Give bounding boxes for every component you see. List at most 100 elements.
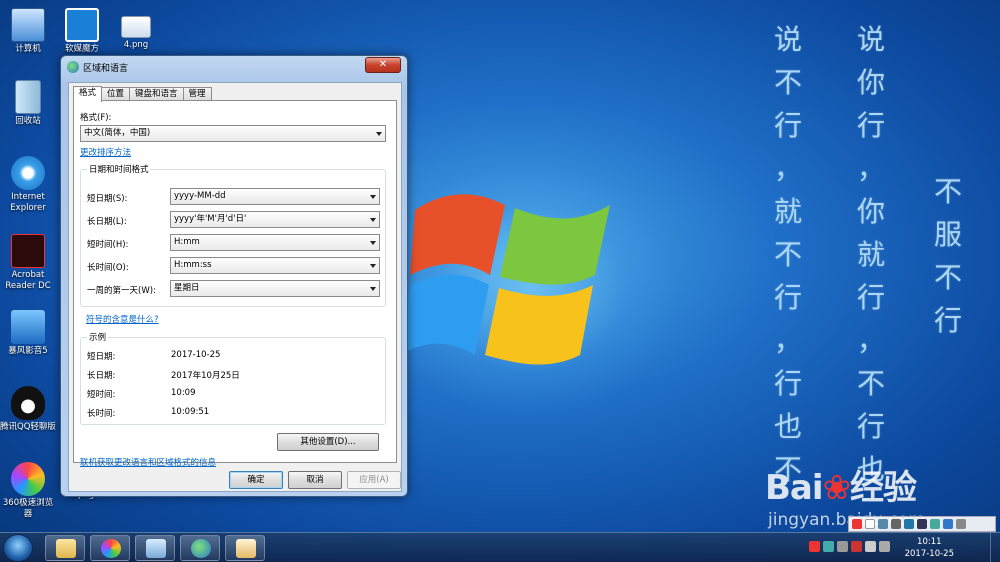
example-short-date-value: 2017-10-25 xyxy=(171,350,221,360)
short-time-label: 短时间(H): xyxy=(87,240,129,250)
desktop-icon-qq[interactable]: 腾讯QQ轻聊版 xyxy=(0,386,56,433)
chevron-down-icon xyxy=(370,264,376,268)
taskbar-region-language[interactable] xyxy=(180,535,220,561)
long-time-label: 长时间(O): xyxy=(87,263,129,273)
paw-icon: ❀ xyxy=(822,468,851,508)
short-time-value: H:mm xyxy=(174,237,200,247)
short-date-label: 短日期(S): xyxy=(87,194,128,204)
globe-icon xyxy=(191,539,211,558)
first-day-value: 星期日 xyxy=(174,283,200,293)
desktop-icon-label: Acrobat Reader DC xyxy=(5,270,51,291)
calligraphy-char: 不 xyxy=(773,66,802,99)
volume-tray-icon[interactable] xyxy=(865,541,876,552)
chevron-down-icon xyxy=(370,287,376,291)
first-day-select[interactable]: 星期日 xyxy=(170,280,380,297)
formats-tab-panel: 格式(F): 中文(简体，中国) 更改排序方法 日期和时间格式 短日期(S): … xyxy=(73,100,397,468)
calligraphy-char: ， xyxy=(856,324,885,357)
tab-formats[interactable]: 格式 xyxy=(73,86,103,102)
apply-button[interactable]: 应用(A) xyxy=(347,471,401,489)
punctuation-icon xyxy=(891,519,901,529)
chevron-down-icon xyxy=(370,241,376,245)
datetime-formats-group: 日期和时间格式 短日期(S): yyyy-MM-dd 长日期(L): yyyy'… xyxy=(80,163,386,307)
browser-360-icon xyxy=(11,462,45,496)
ok-button[interactable]: 确定 xyxy=(229,471,283,489)
datetime-group-title: 日期和时间格式 xyxy=(87,163,151,175)
desktop-icon-label: 回收站 xyxy=(15,116,41,126)
desktop-icon-label: 360极速浏览器 xyxy=(2,498,54,519)
show-desktop-button[interactable] xyxy=(990,533,1000,562)
desktop-icon-computer[interactable]: 计算机 xyxy=(0,8,56,55)
long-date-select[interactable]: yyyy'年'M'月'd'日' xyxy=(170,211,380,228)
taskbar-clock[interactable]: 10:11 2017-10-25 xyxy=(905,536,954,560)
calligraphy-char: 行 xyxy=(856,281,885,314)
desktop-icon-video-player[interactable]: 暴风影音5 xyxy=(0,310,56,357)
taskbar-360-browser[interactable] xyxy=(90,535,130,561)
desktop-icon-recycle-bin[interactable]: 回收站 xyxy=(0,80,56,127)
online-info-link[interactable]: 联机获取更改语言和区域格式的信息 xyxy=(80,456,216,468)
format-select[interactable]: 中文(简体，中国) xyxy=(80,125,386,142)
calligraphy-char: 行 xyxy=(773,367,802,400)
calculator-icon xyxy=(146,539,166,558)
example-short-time-label: 短时间: xyxy=(87,390,116,400)
cancel-button[interactable]: 取消 xyxy=(288,471,342,489)
desktop-icon-ie[interactable]: Internet Explorer xyxy=(0,156,56,214)
ime-mode-icon xyxy=(865,519,875,529)
desktop-icon-label: Internet Explorer xyxy=(10,192,46,213)
chevron-down-icon xyxy=(376,132,382,136)
tab-keyboards-languages[interactable]: 键盘和语言 xyxy=(129,87,184,101)
desktop-icon-acrobat[interactable]: Acrobat Reader DC xyxy=(0,234,56,292)
dialog-titlebar[interactable]: 区域和语言 ✕ xyxy=(61,56,407,78)
start-button[interactable] xyxy=(3,534,33,562)
example-group: 示例 短日期: 2017-10-25 长日期: 2017年10月25日 短时间:… xyxy=(80,331,386,425)
sogou-icon xyxy=(852,519,862,529)
tab-location[interactable]: 位置 xyxy=(101,87,131,101)
keyboard-icon xyxy=(917,519,927,529)
desktop-icon-label: 腾讯QQ轻聊版 xyxy=(0,422,56,432)
change-sort-link[interactable]: 更改排序方法 xyxy=(80,146,131,158)
help-tray-icon[interactable] xyxy=(823,541,834,552)
display-tray-icon[interactable] xyxy=(879,541,890,552)
taskbar: 10:11 2017-10-25 xyxy=(0,532,1000,562)
ime-toolbar[interactable] xyxy=(848,516,996,532)
other-settings-button[interactable]: 其他设置(D)... xyxy=(277,433,379,451)
region-language-dialog: 区域和语言 ✕ 格式 位置 键盘和语言 管理 格式(F): 中文(简体，中国) … xyxy=(60,55,408,497)
taskbar-paint[interactable] xyxy=(225,535,265,561)
system-tray xyxy=(809,541,890,552)
short-date-value: yyyy-MM-dd xyxy=(174,191,226,201)
desktop-icon-4png[interactable]: 4.png xyxy=(108,16,164,51)
desktop-icon-cube-app[interactable]: 软媒魔方 xyxy=(54,8,110,55)
symbols-meaning-link[interactable]: 符号的含意是什么? xyxy=(86,313,159,325)
flag-tray-icon[interactable] xyxy=(851,541,862,552)
close-button[interactable]: ✕ xyxy=(365,57,401,73)
format-select-value: 中文(简体，中国) xyxy=(84,128,151,138)
example-long-time-label: 长时间: xyxy=(87,409,116,419)
calligraphy-char: 不 xyxy=(856,367,885,400)
user-icon xyxy=(930,519,940,529)
long-date-value: yyyy'年'M'月'd'日' xyxy=(174,214,247,224)
taskbar-explorer[interactable] xyxy=(45,535,85,561)
network-tray-icon[interactable] xyxy=(837,541,848,552)
clock-date: 2017-10-25 xyxy=(904,549,954,559)
calligraphy-char: 你 xyxy=(856,195,885,228)
example-short-time-value: 10:09 xyxy=(171,388,196,398)
chevron-down-icon xyxy=(370,195,376,199)
tab-administrative[interactable]: 管理 xyxy=(182,87,212,101)
example-group-title: 示例 xyxy=(87,331,109,343)
desktop-icon-label: 计算机 xyxy=(15,44,41,54)
calligraphy-column-2: 说 你 行 ， 你 就 行 ， 不 行 也 xyxy=(853,18,889,491)
long-date-label: 长日期(L): xyxy=(87,217,127,227)
calligraphy-column-3: 不 服 不 行 xyxy=(930,170,966,342)
baidu-watermark: Bai❀经验 xyxy=(765,460,917,509)
video-player-icon xyxy=(11,310,45,344)
short-time-select[interactable]: H:mm xyxy=(170,234,380,251)
sogou-tray-icon[interactable] xyxy=(809,541,820,552)
long-time-select[interactable]: H:mm:ss xyxy=(170,257,380,274)
shirt-icon xyxy=(943,519,953,529)
desktop-icon-360-browser[interactable]: 360极速浏览器 xyxy=(0,462,56,520)
format-label: 格式(F): xyxy=(80,113,112,123)
folder-icon xyxy=(56,539,76,558)
example-long-time-value: 10:09:51 xyxy=(171,407,210,417)
short-date-select[interactable]: yyyy-MM-dd xyxy=(170,188,380,205)
taskbar-calculator[interactable] xyxy=(135,535,175,561)
calligraphy-column-1: 说 不 行 ， 就 不 行 ， 行 也 不 xyxy=(770,18,806,491)
